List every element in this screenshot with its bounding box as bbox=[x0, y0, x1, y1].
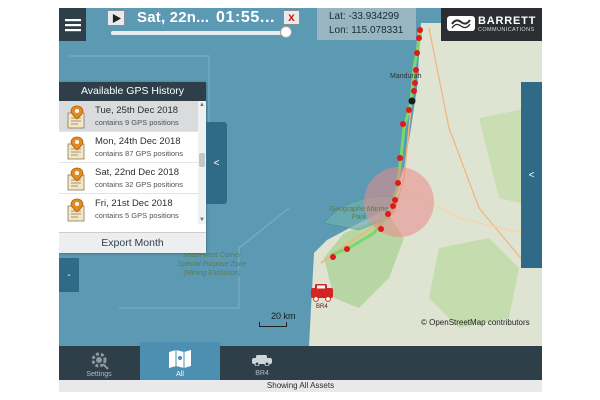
scale-label: 20 km bbox=[271, 311, 296, 321]
history-scrollbar[interactable]: ▲ ▼ bbox=[198, 101, 206, 224]
hamburger-icon bbox=[64, 18, 81, 31]
track-point[interactable] bbox=[330, 254, 336, 260]
track-point[interactable] bbox=[411, 88, 417, 94]
track-point[interactable] bbox=[406, 107, 412, 113]
playback-date: Sat, 22n... bbox=[137, 9, 210, 26]
track-point[interactable] bbox=[344, 246, 350, 252]
app-window: Mandurah Geographe Marine Park South-wes… bbox=[59, 8, 542, 392]
tab-all-label: All bbox=[176, 371, 184, 378]
marine-park-label: Geographe Marine Park bbox=[329, 206, 389, 221]
history-item-date: Sat, 22nd Dec 2018 bbox=[95, 167, 179, 178]
play-button[interactable] bbox=[107, 10, 125, 26]
barrett-logo: BARRETT COMMUNICATIONS bbox=[441, 8, 542, 41]
track-point[interactable] bbox=[378, 226, 384, 232]
history-item-date: Mon, 24th Dec 2018 bbox=[95, 136, 181, 147]
history-item-count: contains 87 GPS positions bbox=[95, 149, 183, 158]
play-icon bbox=[112, 13, 121, 23]
logo-subtitle: COMMUNICATIONS bbox=[478, 27, 535, 33]
collapse-panel-tab[interactable]: < bbox=[206, 122, 227, 204]
status-bar: Showing All Assets bbox=[59, 380, 542, 392]
playback-slider-fill bbox=[111, 31, 286, 35]
close-playback-button[interactable]: x bbox=[283, 10, 300, 25]
history-item-count: contains 32 GPS positions bbox=[95, 180, 183, 189]
history-item-count: contains 5 GPS positions bbox=[95, 211, 179, 220]
document-pin-icon bbox=[67, 105, 85, 129]
document-pin-icon bbox=[67, 198, 85, 222]
document-pin-icon bbox=[67, 167, 85, 191]
track-point[interactable] bbox=[414, 50, 420, 56]
gps-history-title: Available GPS History bbox=[59, 82, 206, 101]
history-item[interactable]: Tue, 25th Dec 2018 contains 9 GPS positio… bbox=[59, 101, 198, 132]
gear-icon bbox=[91, 352, 109, 370]
export-month-button[interactable]: Export Month bbox=[59, 232, 206, 253]
track-point[interactable] bbox=[395, 180, 401, 186]
tab-br4-label: BR4 bbox=[255, 370, 269, 377]
playback-time: 01:55... bbox=[216, 9, 276, 26]
history-item-count: contains 9 GPS positions bbox=[95, 118, 179, 127]
gps-history-list[interactable]: Tue, 25th Dec 2018 contains 9 GPS positio… bbox=[59, 101, 198, 224]
playback-slider-thumb[interactable] bbox=[279, 26, 292, 38]
town-label-mandurah: Mandurah bbox=[390, 73, 422, 80]
document-pin-icon bbox=[67, 136, 85, 160]
longitude-text: Lon: 115.078331 bbox=[329, 25, 404, 36]
scale-bar bbox=[259, 322, 287, 327]
track-point[interactable] bbox=[400, 121, 406, 127]
scroll-up-icon[interactable]: ▲ bbox=[198, 101, 206, 109]
track-point[interactable] bbox=[390, 203, 396, 209]
expand-right-panel-tab[interactable]: < bbox=[521, 82, 542, 268]
scroll-thumb[interactable] bbox=[199, 153, 205, 167]
zone-label: South-west Corner Special Purpose Zone (… bbox=[177, 252, 247, 277]
hamburger-menu-button[interactable] bbox=[59, 8, 86, 41]
track-point[interactable] bbox=[412, 80, 418, 86]
vehicle-label: BR4 bbox=[316, 304, 328, 310]
track-point[interactable] bbox=[397, 155, 403, 161]
barrett-logo-mark bbox=[447, 16, 475, 31]
gps-history-panel: Available GPS History Tue, 25th Dec 2018… bbox=[59, 82, 206, 253]
bottom-navigation: Settings All BR4 bbox=[59, 342, 542, 380]
top-toolbar: Sat, 22n... 01:55... x Lat: -33.934299 L… bbox=[59, 8, 542, 41]
coordinates-readout: Lat: -33.934299 Lon: 115.078331 bbox=[317, 8, 416, 40]
tab-all[interactable]: All bbox=[140, 342, 220, 380]
track-point[interactable] bbox=[392, 197, 398, 203]
history-item[interactable]: Fri, 21st Dec 2018 contains 5 GPS positio… bbox=[59, 194, 198, 224]
tab-settings-label: Settings bbox=[86, 371, 112, 378]
history-item-date: Tue, 25th Dec 2018 bbox=[95, 105, 179, 116]
latitude-text: Lat: -33.934299 bbox=[329, 11, 400, 22]
zoom-out-tab[interactable]: - bbox=[59, 258, 79, 292]
history-item[interactable]: Sat, 22nd Dec 2018 contains 32 GPS positi… bbox=[59, 163, 198, 194]
logo-name: BARRETT bbox=[478, 15, 537, 27]
map-icon bbox=[169, 350, 191, 368]
position-accuracy-circle bbox=[364, 167, 434, 237]
scroll-down-icon[interactable]: ▼ bbox=[198, 216, 206, 224]
car-icon bbox=[252, 355, 272, 366]
tab-settings[interactable]: Settings bbox=[59, 346, 139, 380]
history-item[interactable]: Mon, 24th Dec 2018 contains 87 GPS positi… bbox=[59, 132, 198, 163]
current-position-marker[interactable] bbox=[408, 97, 416, 105]
history-item-date: Fri, 21st Dec 2018 bbox=[95, 198, 173, 209]
tab-br4[interactable]: BR4 bbox=[222, 346, 302, 380]
map-attribution[interactable]: © OpenStreetMap contributors bbox=[421, 318, 530, 327]
